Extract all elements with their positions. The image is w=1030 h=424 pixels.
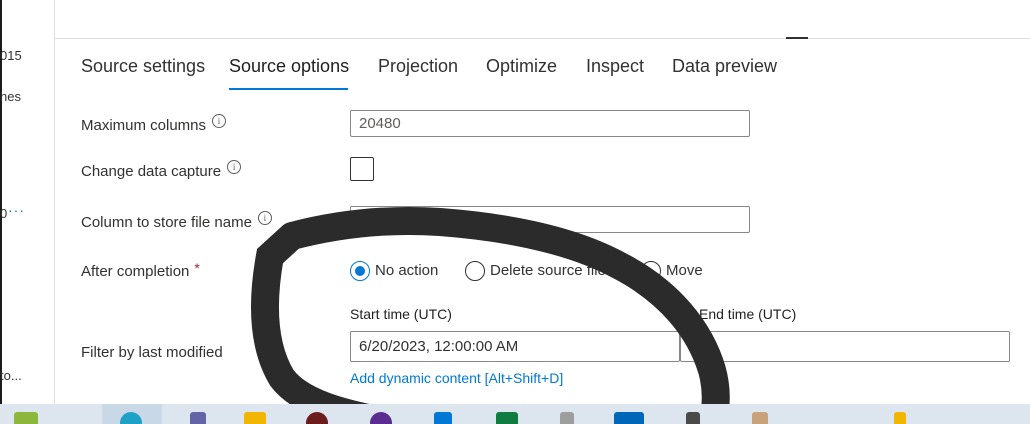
start-time-label: Start time (UTC) xyxy=(350,306,452,322)
more-options-icon[interactable]: ··· xyxy=(8,202,25,218)
start-time-input[interactable]: 6/20/2023, 12:00:00 AM xyxy=(350,331,680,362)
left-item-3[interactable]: 0 xyxy=(0,206,7,221)
change-data-capture-checkbox[interactable] xyxy=(350,157,374,181)
vscode-icon[interactable] xyxy=(434,412,452,424)
left-item-4[interactable]: to... xyxy=(0,368,22,383)
app-icon[interactable] xyxy=(752,412,768,424)
after-completion-label: After completion * xyxy=(81,260,200,280)
app-icon[interactable] xyxy=(14,412,38,424)
splitter-handle[interactable] xyxy=(786,37,808,39)
change-data-capture-label-text: Change data capture xyxy=(81,163,222,180)
app-icon[interactable] xyxy=(894,412,906,424)
end-time-label: End time (UTC) xyxy=(699,306,797,322)
column-file-name-label: Column to store file name i xyxy=(81,211,272,231)
tab-projection[interactable]: Projection xyxy=(378,56,458,77)
excel-icon[interactable] xyxy=(496,412,518,424)
max-columns-input[interactable]: 20480 xyxy=(350,110,750,137)
add-dynamic-content-link[interactable]: Add dynamic content [Alt+Shift+D] xyxy=(350,370,563,386)
left-panel: 015 hes 0 ··· to... xyxy=(0,0,55,404)
tab-data-preview[interactable]: Data preview xyxy=(672,56,777,77)
tab-inspect[interactable]: Inspect xyxy=(586,56,644,77)
left-item-1[interactable]: 015 xyxy=(0,48,22,63)
tab-optimize[interactable]: Optimize xyxy=(486,56,557,77)
change-data-capture-label: Change data capture i xyxy=(81,160,242,180)
folder-icon[interactable] xyxy=(244,412,266,424)
app-icon[interactable] xyxy=(370,412,392,424)
active-tab-indicator xyxy=(229,88,348,90)
radio-move-label[interactable]: Move xyxy=(666,262,703,279)
radio-delete-source-files[interactable] xyxy=(465,261,485,281)
tab-source-settings[interactable]: Source settings xyxy=(81,56,205,77)
taskbar xyxy=(0,404,1030,424)
column-file-name-input[interactable] xyxy=(350,206,750,233)
after-completion-label-text: After completion xyxy=(81,263,190,280)
info-icon[interactable]: i xyxy=(212,114,227,128)
scribble-stroke xyxy=(278,206,730,424)
app-icon[interactable] xyxy=(560,412,574,424)
end-time-input[interactable] xyxy=(680,331,1010,362)
left-item-2[interactable]: hes xyxy=(0,89,21,104)
radio-no-action[interactable] xyxy=(350,261,370,281)
app-icon[interactable] xyxy=(686,412,700,424)
top-panel xyxy=(55,0,1030,39)
radio-delete-source-files-label[interactable]: Delete source files xyxy=(490,262,613,279)
teams-icon[interactable] xyxy=(190,412,206,424)
required-marker: * xyxy=(194,260,200,276)
info-icon[interactable]: i xyxy=(227,160,242,174)
info-icon[interactable]: i xyxy=(257,211,272,225)
radio-no-action-label[interactable]: No action xyxy=(375,262,438,279)
store-icon[interactable] xyxy=(614,412,644,424)
filter-last-modified-label: Filter by last modified xyxy=(81,344,223,361)
app-icon[interactable] xyxy=(306,412,328,424)
max-columns-label-text: Maximum columns xyxy=(81,117,207,134)
max-columns-label: Maximum columns i xyxy=(81,114,227,134)
radio-move[interactable] xyxy=(641,261,661,281)
column-file-name-label-text: Column to store file name xyxy=(81,214,252,231)
tab-source-options[interactable]: Source options xyxy=(229,56,349,77)
